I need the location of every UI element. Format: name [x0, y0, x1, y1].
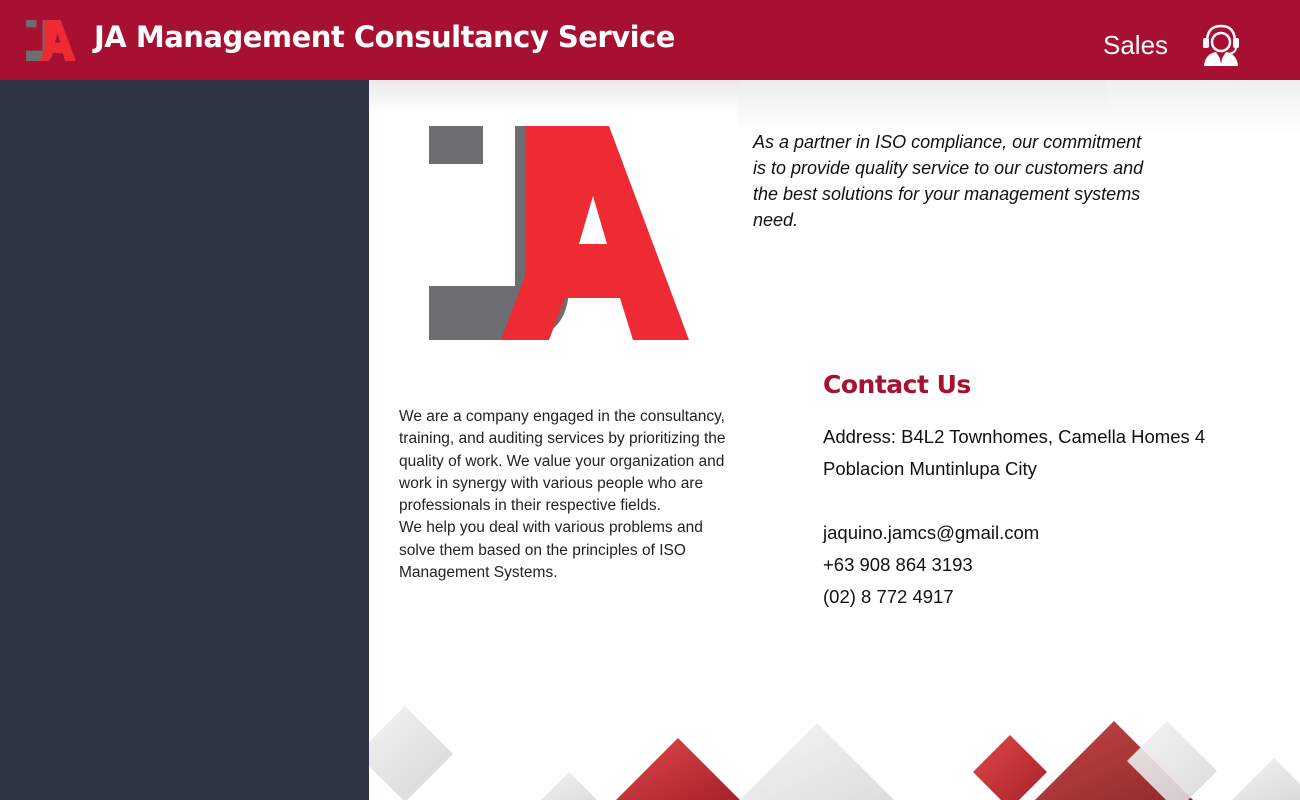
contact-mobile: +63 908 864 3193: [823, 554, 973, 575]
app-title: JA Management Consultancy Service: [94, 20, 675, 54]
decorative-diamonds: [369, 706, 1300, 800]
sales-link[interactable]: Sales: [1103, 30, 1168, 61]
contact-email-link[interactable]: jaquino.jamcs@gmail.com: [823, 517, 1263, 549]
sidebar: [0, 80, 369, 800]
company-logo: [429, 126, 689, 340]
ja-logo-icon[interactable]: [26, 20, 76, 61]
about-paragraph: We help you deal with various problems a…: [399, 519, 703, 582]
contact-landline: (02) 8 772 4917: [823, 586, 954, 607]
contact-heading: Contact Us: [823, 370, 971, 399]
top-header: JA Management Consultancy Service Sales: [0, 0, 1300, 80]
company-tagline: As a partner in ISO compliance, our comm…: [753, 132, 1144, 230]
contact-section: Contact Us Address: B4L2 Townhomes, Came…: [823, 370, 1263, 613]
main-content: As a partner in ISO compliance, our comm…: [369, 80, 1300, 800]
contact-address: Address: B4L2 Townhomes, Camella Homes 4…: [823, 426, 1206, 479]
about-section: We are a company engaged in the consulta…: [399, 406, 739, 584]
about-paragraph: We are a company engaged in the consulta…: [399, 408, 726, 515]
customer-support-icon[interactable]: [1198, 20, 1244, 66]
